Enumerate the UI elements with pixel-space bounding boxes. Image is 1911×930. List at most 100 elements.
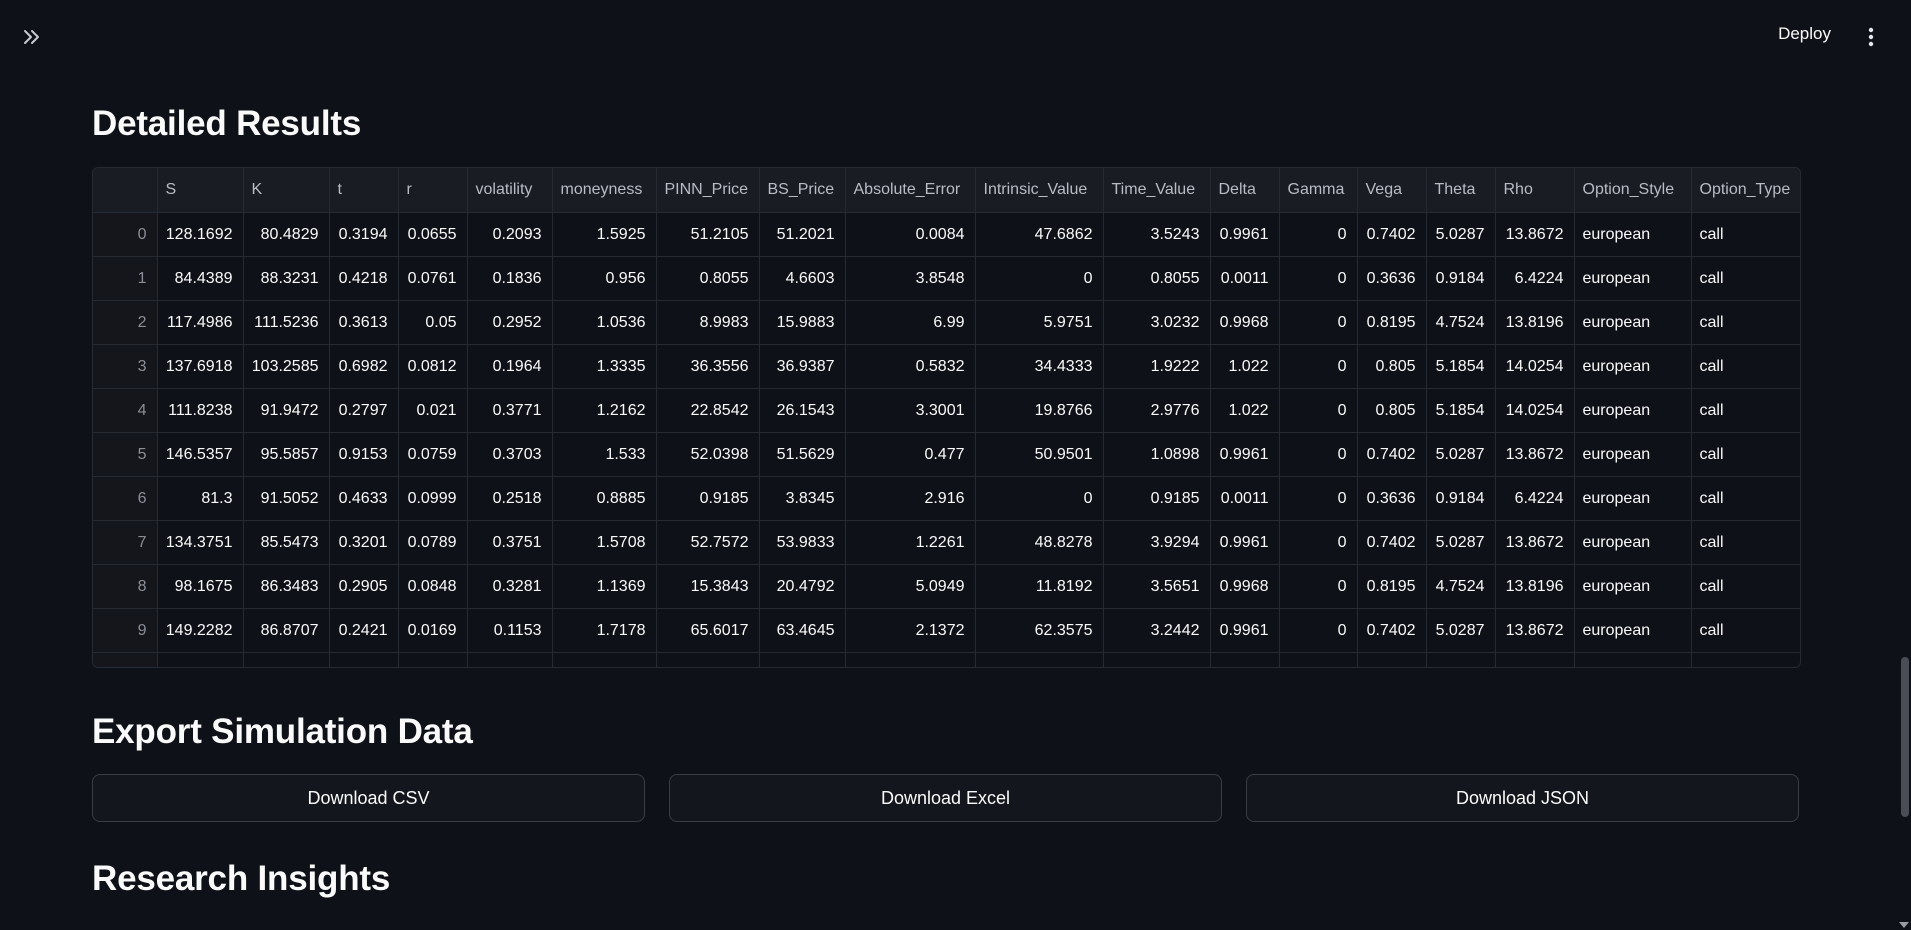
table-cell[interactable]: 81.3 <box>157 476 244 521</box>
table-row[interactable]: 5 146.5357 95.5857 0.9153 0.0759 0.3703 1.533 5… <box>93 432 1800 477</box>
row-index[interactable]: 9 <box>93 608 158 653</box>
table-cell[interactable]: 1.5708 <box>552 520 657 565</box>
table-cell[interactable]: 0.3201 <box>329 520 399 565</box>
table-row[interactable]: 0 128.1692 80.4829 0.3194 0.0655 0.2093 1.5925… <box>93 212 1800 257</box>
table-cell[interactable]: 0.8885 <box>552 476 657 521</box>
row-index[interactable]: 4 <box>93 388 158 433</box>
row-index[interactable]: 0 <box>93 212 158 257</box>
table-cell[interactable]: 13.8672 <box>1495 608 1575 653</box>
table-cell[interactable]: 0.0789 <box>398 520 468 565</box>
table-row[interactable]: 1 84.4389 88.3231 0.4218 0.0761 0.1836 0.956 0.… <box>93 256 1800 301</box>
column-header[interactable]: t <box>329 168 399 213</box>
table-cell[interactable]: 0.9968 <box>1210 300 1280 345</box>
table-cell[interactable]: 36.3556 <box>656 344 760 389</box>
table-cell[interactable]: 51.2021 <box>759 212 846 257</box>
column-header[interactable]: volatility <box>467 168 553 213</box>
table-cell[interactable]: 0 <box>1279 300 1358 345</box>
table-cell[interactable]: 0.3281 <box>467 564 553 609</box>
table-cell[interactable]: 0.2093 <box>467 212 553 257</box>
download-csv-button[interactable]: Download CSV <box>92 774 645 822</box>
column-header[interactable]: r <box>398 168 468 213</box>
column-header[interactable]: Delta <box>1210 168 1280 213</box>
table-cell[interactable]: 0.2905 <box>329 564 399 609</box>
table-cell[interactable]: 0.0761 <box>398 256 468 301</box>
table-cell[interactable]: 0 <box>1279 476 1358 521</box>
table-cell[interactable]: 6.99 <box>845 300 976 345</box>
table-cell[interactable]: call <box>1691 432 1800 477</box>
table-cell[interactable]: 0 <box>1279 256 1358 301</box>
table-cell[interactable]: 0 <box>975 476 1104 521</box>
table-cell[interactable]: 0.3636 <box>1357 256 1427 301</box>
table-cell[interactable]: 62.3575 <box>975 608 1104 653</box>
table-cell[interactable]: 65.6017 <box>656 608 760 653</box>
table-cell[interactable]: 86.8707 <box>243 608 330 653</box>
table-cell[interactable]: 13.8196 <box>1495 564 1575 609</box>
table-cell[interactable]: 0.8055 <box>1103 256 1211 301</box>
table-cell[interactable]: 6.4224 <box>1495 256 1575 301</box>
table-cell[interactable]: 0.3771 <box>467 388 553 433</box>
table-cell[interactable]: 4.7524 <box>1426 300 1496 345</box>
table-cell[interactable]: 0.0169 <box>398 608 468 653</box>
table-cell[interactable]: 0.7402 <box>1357 608 1427 653</box>
table-cell[interactable]: 137.6918 <box>157 344 244 389</box>
table-cell[interactable]: 0.7402 <box>1357 432 1427 477</box>
table-cell[interactable]: 84.4389 <box>157 256 244 301</box>
column-header[interactable]: BS_Price <box>759 168 846 213</box>
table-cell[interactable]: european <box>1574 564 1692 609</box>
table-cell[interactable]: 1.9222 <box>1103 344 1211 389</box>
row-index[interactable]: 5 <box>93 432 158 477</box>
table-cell[interactable]: 15.9883 <box>759 300 846 345</box>
expand-sidebar-button[interactable] <box>14 22 50 52</box>
table-cell[interactable]: european <box>1574 388 1692 433</box>
table-cell[interactable]: 47.6862 <box>975 212 1104 257</box>
table-cell[interactable]: 0.805 <box>1357 344 1427 389</box>
table-row[interactable]: 7 134.3751 85.5473 0.3201 0.0789 0.3751 1.5708… <box>93 520 1800 565</box>
table-cell[interactable]: 1.1369 <box>552 564 657 609</box>
table-cell[interactable]: 1.533 <box>552 432 657 477</box>
table-cell[interactable]: 13.8196 <box>1495 300 1575 345</box>
results-dataframe[interactable]: S Kt r volatility moneyness PINN_Price BS_Pric… <box>92 167 1801 668</box>
table-cell[interactable]: 0.0999 <box>398 476 468 521</box>
table-cell[interactable]: 88.3231 <box>243 256 330 301</box>
table-cell[interactable]: 0.9185 <box>1103 476 1211 521</box>
table-cell[interactable]: 3.3001 <box>845 388 976 433</box>
index-header[interactable] <box>93 168 158 213</box>
table-cell[interactable]: 22.8542 <box>656 388 760 433</box>
table-cell[interactable]: 111.5236 <box>243 300 330 345</box>
table-cell[interactable]: 0.3636 <box>1357 476 1427 521</box>
table-cell[interactable]: 103.2585 <box>243 344 330 389</box>
table-cell[interactable]: 0.8195 <box>1357 564 1427 609</box>
table-cell[interactable]: 1.2261 <box>845 520 976 565</box>
table-cell[interactable]: 0.9184 <box>1426 256 1496 301</box>
table-cell[interactable]: 3.5243 <box>1103 212 1211 257</box>
table-cell[interactable]: 95.5857 <box>243 432 330 477</box>
table-cell[interactable]: 0.8055 <box>656 256 760 301</box>
table-cell[interactable]: 34.4333 <box>975 344 1104 389</box>
table-cell[interactable]: 0.1836 <box>467 256 553 301</box>
table-cell[interactable]: 0.9153 <box>329 432 399 477</box>
table-cell[interactable]: 5.0287 <box>1426 212 1496 257</box>
table-cell[interactable]: 146.5357 <box>157 432 244 477</box>
table-cell[interactable]: call <box>1691 300 1800 345</box>
table-cell[interactable]: call <box>1691 476 1800 521</box>
table-cell[interactable]: 1.2162 <box>552 388 657 433</box>
column-header[interactable]: PINN_Price <box>656 168 760 213</box>
table-cell[interactable]: 0.9961 <box>1210 520 1280 565</box>
column-header[interactable]: Gamma <box>1279 168 1358 213</box>
download-json-button[interactable]: Download JSON <box>1246 774 1799 822</box>
table-cell[interactable]: 98.1675 <box>157 564 244 609</box>
row-index[interactable]: 2 <box>93 300 158 345</box>
table-cell[interactable]: 1.0536 <box>552 300 657 345</box>
table-cell[interactable]: call <box>1691 608 1800 653</box>
table-cell[interactable]: 0.8195 <box>1357 300 1427 345</box>
table-cell[interactable]: 5.1854 <box>1426 388 1496 433</box>
table-cell[interactable]: 3.9294 <box>1103 520 1211 565</box>
column-header[interactable]: K <box>243 168 330 213</box>
table-cell[interactable]: 0.6982 <box>329 344 399 389</box>
table-cell[interactable]: 51.5629 <box>759 432 846 477</box>
table-cell[interactable]: 0.477 <box>845 432 976 477</box>
table-cell[interactable]: 13.8672 <box>1495 212 1575 257</box>
table-cell[interactable]: 0 <box>975 256 1104 301</box>
table-cell[interactable]: 1.5925 <box>552 212 657 257</box>
table-cell[interactable]: 3.8548 <box>845 256 976 301</box>
